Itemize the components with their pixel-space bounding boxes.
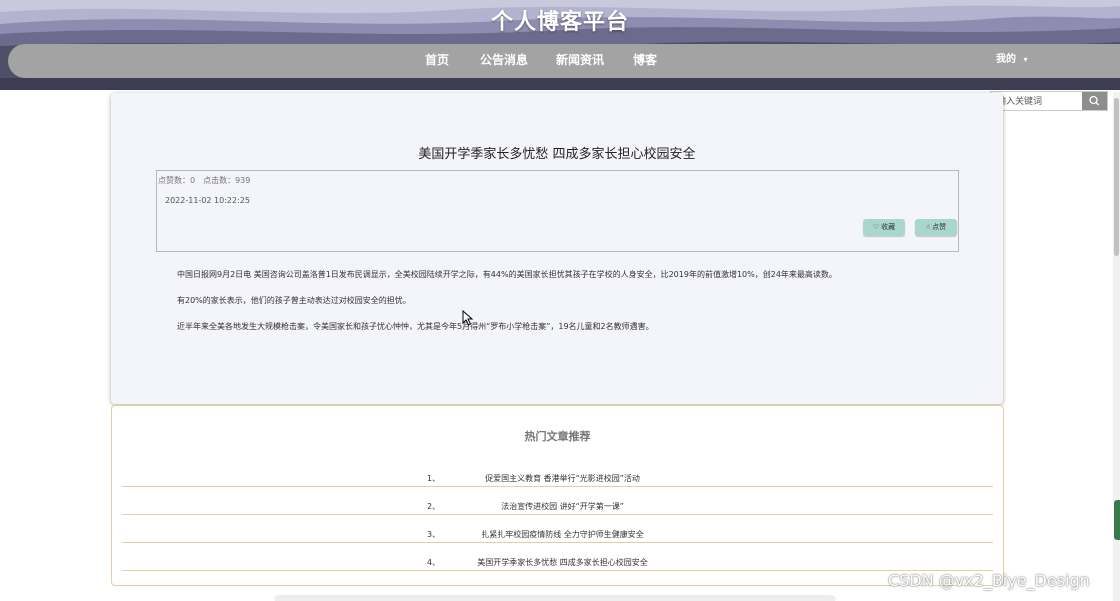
article-card: 美国开学季家长多忧愁 四成多家长担心校园安全 点赞数：0 点击数：939 202… [111, 93, 1003, 404]
nav-item-announcements[interactable]: 公告消息 [480, 44, 528, 78]
heart-icon: ♡ [872, 223, 880, 231]
hot-article-item[interactable]: 4、 美国开学季家长多忧愁 四成多家长担心校园安全 [122, 552, 993, 571]
favorite-button[interactable]: ♡ 收藏 [863, 219, 905, 236]
site-title: 个人博客平台 [490, 10, 629, 35]
hot-articles-card: 热门文章推荐 1、 促爱国主义教育 香港举行“光影进校园”活动 2、 法治宣传进… [111, 405, 1004, 586]
search-icon [1089, 95, 1099, 106]
hot-article-link[interactable]: 扎紧扎牢校园疫情防线 全力守护师生健康安全 [122, 529, 1003, 540]
next-card-edge [275, 597, 835, 601]
main-navbar: 首页 公告消息 新闻资讯 博客 我的 ▾ [8, 44, 1120, 78]
article-paragraph: 有20%的家长表示，他们的孩子曾主动表达过对校园安全的担忧。 [177, 296, 411, 305]
hot-article-link[interactable]: 美国开学季家长多忧愁 四成多家长担心校园安全 [122, 557, 1003, 568]
side-tab[interactable] [1114, 500, 1120, 540]
scrollbar-thumb[interactable] [1114, 98, 1119, 256]
search-box [990, 91, 1108, 111]
hot-article-link[interactable]: 法治宣传进校园 讲好“开学第一课” [122, 501, 1003, 512]
nav-item-blog[interactable]: 博客 [633, 44, 657, 78]
site-header: 个人博客平台 首页 公告消息 新闻资讯 博客 我的 ▾ [0, 0, 1120, 90]
nav-item-news[interactable]: 新闻资讯 [556, 44, 604, 78]
user-menu[interactable]: 我的 ▾ [996, 44, 1028, 78]
article-paragraph: 近半年来全美各地发生大规模枪击案，令美国家长和孩子忧心忡忡，尤其是今年5月得州“… [177, 322, 654, 331]
hot-article-link[interactable]: 促爱国主义教育 香港举行“光影进校园”活动 [122, 473, 1003, 484]
watermark: CSDN @vx2_Biye_Design [888, 571, 1090, 590]
hot-article-item[interactable]: 2、 法治宣传进校园 讲好“开学第一课” [122, 496, 993, 515]
hot-articles-title: 热门文章推荐 [524, 430, 591, 443]
nav-item-home[interactable]: 首页 [425, 44, 449, 78]
user-menu-label: 我的 [996, 54, 1016, 65]
like-button-label: 点赞 [932, 223, 947, 231]
favorite-button-label: 收藏 [881, 223, 896, 231]
thumbs-up-icon: ☝ [925, 223, 931, 231]
article-date: 2022-11-02 10:22:25 [165, 196, 250, 205]
search-button[interactable] [1082, 92, 1107, 110]
article-title: 美国开学季家长多忧愁 四成多家长担心校园安全 [418, 147, 696, 162]
article-paragraph: 中国日报网9月2日电 美国咨询公司盖洛普1日发布民调显示，全美校园陆续开学之际，… [177, 270, 837, 279]
search-input[interactable] [991, 92, 1081, 110]
like-button[interactable]: ☝ 点赞 [915, 219, 957, 236]
chevron-down-icon: ▾ [1023, 55, 1028, 64]
mouse-cursor-icon [462, 310, 474, 326]
article-stats: 点赞数：0 点击数：939 [158, 176, 251, 185]
article-content: 中国日报网9月2日电 美国咨询公司盖洛普1日发布民调显示，全美校园陆续开学之际，… [156, 268, 957, 346]
hot-article-item[interactable]: 1、 促爱国主义教育 香港举行“光影进校园”活动 [122, 468, 993, 487]
article-meta-box: 点赞数：0 点击数：939 2022-11-02 10:22:25 ♡ 收藏 ☝ 点… [156, 170, 959, 252]
hot-article-item[interactable]: 3、 扎紧扎牢校园疫情防线 全力守护师生健康安全 [122, 524, 993, 543]
